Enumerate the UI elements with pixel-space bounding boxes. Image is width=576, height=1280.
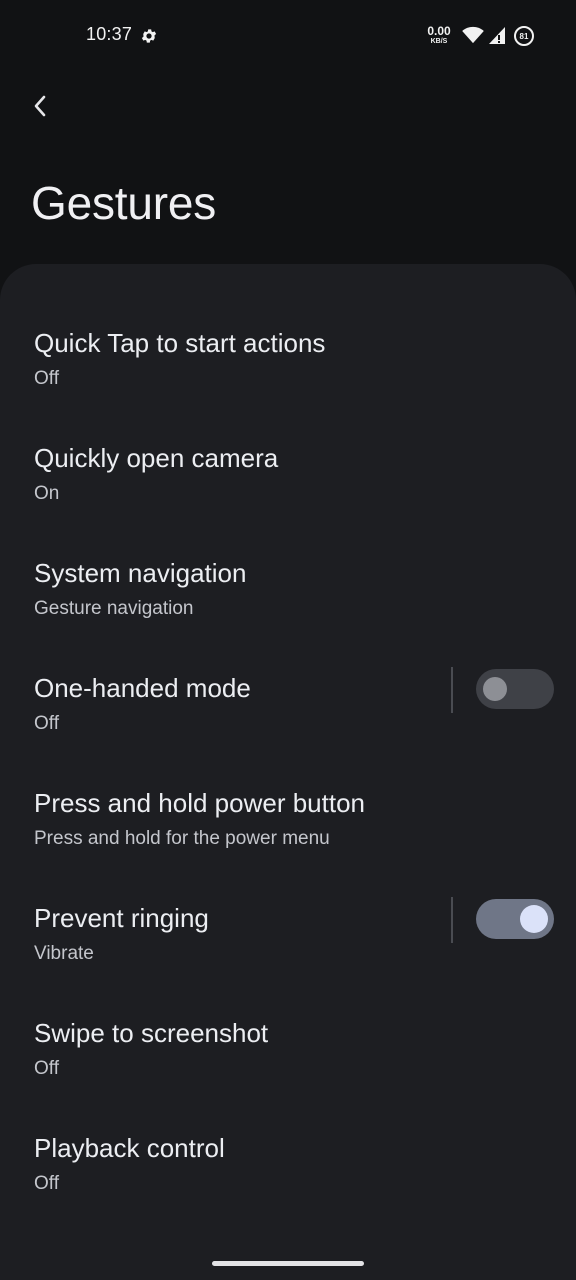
vertical-divider: [451, 897, 453, 943]
setting-label: Playback control: [34, 1133, 225, 1163]
setting-summary: On: [34, 483, 60, 504]
setting-playback-control[interactable]: Playback control Off: [0, 1133, 576, 1248]
setting-summary: Vibrate: [34, 943, 94, 964]
setting-label: System navigation: [34, 558, 247, 588]
setting-label: Prevent ringing: [34, 903, 209, 933]
network-speed: 0.00 KB/S: [427, 24, 451, 45]
setting-prevent-ringing[interactable]: Prevent ringing Vibrate: [0, 897, 576, 1018]
gear-icon: [141, 29, 157, 43]
setting-summary: Press and hold for the power menu: [34, 828, 330, 849]
setting-one-handed-mode[interactable]: One-handed mode Off: [0, 667, 576, 788]
gesture-home-bar[interactable]: [212, 1261, 364, 1266]
setting-quickly-open-camera[interactable]: Quickly open camera On: [0, 443, 576, 558]
setting-swipe-to-screenshot[interactable]: Swipe to screenshot Off: [0, 1018, 576, 1133]
setting-label: Press and hold power button: [34, 788, 365, 818]
setting-quick-tap[interactable]: Quick Tap to start actions Off: [0, 328, 576, 443]
setting-label: One-handed mode: [34, 673, 251, 703]
setting-system-navigation[interactable]: System navigation Gesture navigation: [0, 558, 576, 673]
setting-summary: Gesture navigation: [34, 598, 194, 619]
one-handed-mode-toggle[interactable]: [476, 669, 554, 709]
setting-label: Swipe to screenshot: [34, 1018, 269, 1048]
setting-summary: Off: [34, 713, 59, 734]
toggle-knob: [483, 677, 507, 701]
setting-summary: Off: [34, 368, 59, 389]
settings-list: Quick Tap to start actions Off Quickly o…: [0, 264, 576, 1280]
setting-summary: Off: [34, 1173, 59, 1194]
setting-label: Quickly open camera: [34, 443, 279, 473]
chevron-left-icon: [34, 95, 46, 117]
clock: 10:37: [86, 24, 133, 44]
wifi-icon: [462, 26, 484, 44]
setting-summary: Off: [34, 1058, 59, 1079]
battery-icon: 81: [514, 26, 534, 46]
status-bar: 10:37 0.00 KB/S 81: [0, 0, 576, 72]
back-button[interactable]: [26, 92, 54, 120]
setting-label: Quick Tap to start actions: [34, 328, 326, 358]
prevent-ringing-toggle[interactable]: [476, 899, 554, 939]
page-title: Gestures: [31, 177, 217, 229]
toggle-knob: [520, 905, 548, 933]
settings-screen: 10:37 0.00 KB/S 81 Gestures Quick Tap to…: [0, 0, 576, 1280]
cell-signal-icon: [489, 27, 505, 44]
vertical-divider: [451, 667, 453, 713]
setting-press-and-hold-power[interactable]: Press and hold power button Press and ho…: [0, 788, 576, 903]
